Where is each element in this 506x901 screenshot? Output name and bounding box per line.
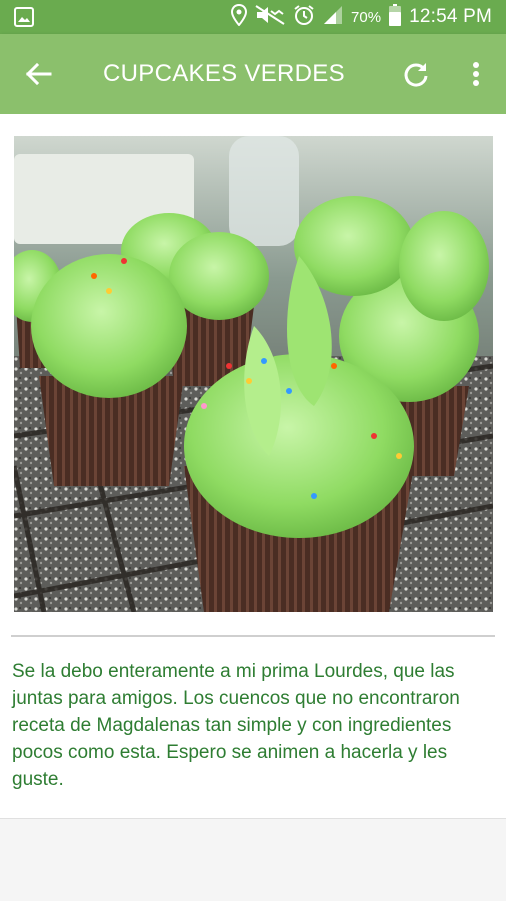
page-title: CUPCAKES VERDES [103, 60, 345, 87]
alarm-icon [293, 4, 315, 30]
arrow-back-icon[interactable] [22, 58, 54, 90]
location-icon [231, 3, 248, 30]
recipe-photo [14, 136, 493, 612]
battery-percent: 70% [351, 8, 382, 26]
recipe-description: Se la debo enteramente a mi prima Lourde… [12, 661, 460, 790]
divider [11, 635, 495, 637]
image-icon [14, 7, 34, 32]
signal-icon [323, 5, 343, 29]
status-bar: 70% 12:54 PM [0, 0, 506, 34]
more-vert-icon[interactable] [464, 58, 488, 90]
refresh-icon[interactable] [400, 58, 432, 90]
app-toolbar: CUPCAKES VERDES [0, 34, 506, 114]
recipe-content: Se la debo enteramente a mi prima Lourde… [0, 114, 506, 818]
mute-icon [255, 5, 285, 29]
bottom-area [0, 818, 506, 901]
clock: 12:54 PM [409, 6, 492, 27]
battery-icon [389, 4, 402, 30]
